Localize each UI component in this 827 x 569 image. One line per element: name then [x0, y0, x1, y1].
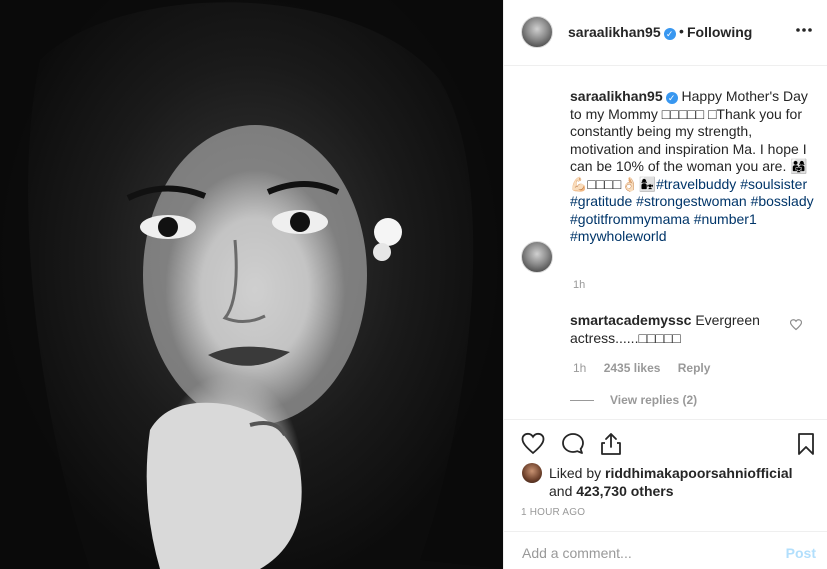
hashtag-link[interactable]: #travelbuddy	[656, 176, 736, 192]
view-replies-label: View replies (2)	[610, 393, 698, 407]
comment-heart-icon[interactable]	[790, 319, 802, 331]
add-comment-bar: Post	[504, 531, 827, 569]
hashtag-link[interactable]: #gratitude	[570, 193, 632, 209]
comment-timestamp[interactable]: 1h	[573, 361, 586, 375]
hashtag-link[interactable]: #soulsister	[740, 176, 807, 192]
post-photo[interactable]	[0, 0, 503, 569]
comment-input[interactable]	[520, 542, 754, 564]
likes-others-count[interactable]: 423,730 others	[576, 483, 673, 499]
comment-meta: 1h 2435 likes Reply	[573, 361, 724, 375]
view-replies-button[interactable]: View replies (2)	[570, 393, 697, 407]
liker-username[interactable]: riddhimakapoorsahniofficial	[605, 465, 792, 481]
likes-and: and	[549, 482, 573, 499]
more-icon[interactable]	[794, 20, 814, 40]
author-username[interactable]: saraalikhan95	[568, 24, 661, 40]
comment-icon[interactable]	[561, 432, 585, 456]
hashtag-link[interactable]: #gotitfrommymama	[570, 211, 690, 227]
post-timestamp[interactable]: 1 HOUR AGO	[521, 507, 585, 518]
author-avatar[interactable]	[521, 16, 553, 48]
hashtag-link[interactable]: #strongestwoman	[636, 193, 747, 209]
verified-icon: ✓	[665, 92, 678, 104]
header-username-wrap: saraalikhan95 ✓	[568, 24, 676, 40]
post-actions	[504, 420, 827, 466]
following-button[interactable]: Following	[687, 24, 752, 40]
post-header: saraalikhan95 ✓ • Following	[504, 0, 827, 66]
post-comment-button[interactable]: Post	[786, 545, 816, 561]
comments-section: saraalikhan95 ✓ Happy Mother's Day to my …	[504, 66, 827, 420]
heart-icon[interactable]	[521, 432, 545, 456]
caption-text: saraalikhan95 ✓ Happy Mother's Day to my …	[570, 88, 816, 246]
replies-divider	[570, 400, 594, 402]
bookmark-icon[interactable]	[794, 432, 818, 456]
share-icon[interactable]	[599, 432, 623, 456]
comment-text: smartacademyssc Evergreen actress......□…	[570, 312, 790, 347]
comment-likes[interactable]: 2435 likes	[604, 361, 661, 375]
liked-by-prefix: Liked by	[549, 465, 602, 481]
caption-author-avatar[interactable]	[521, 241, 553, 273]
hashtag-link[interactable]: #mywholeworld	[570, 228, 666, 244]
caption-username[interactable]: saraalikhan95	[570, 88, 663, 104]
hashtag-link[interactable]: #number1	[694, 211, 757, 227]
hashtag-link[interactable]: #bosslady	[751, 193, 814, 209]
portrait-illustration	[0, 0, 503, 569]
caption-timestamp[interactable]: 1h	[573, 279, 585, 291]
liker-avatar[interactable]	[522, 463, 542, 483]
post-side-panel: saraalikhan95 ✓ • Following saraalikhan95…	[503, 0, 827, 569]
comment-username[interactable]: smartacademyssc	[570, 312, 691, 328]
reply-button[interactable]: Reply	[678, 361, 711, 375]
separator-dot: •	[679, 23, 684, 39]
verified-icon: ✓	[663, 28, 676, 40]
likes-summary: Liked by riddhimakapoorsahniofficial and…	[549, 465, 809, 500]
